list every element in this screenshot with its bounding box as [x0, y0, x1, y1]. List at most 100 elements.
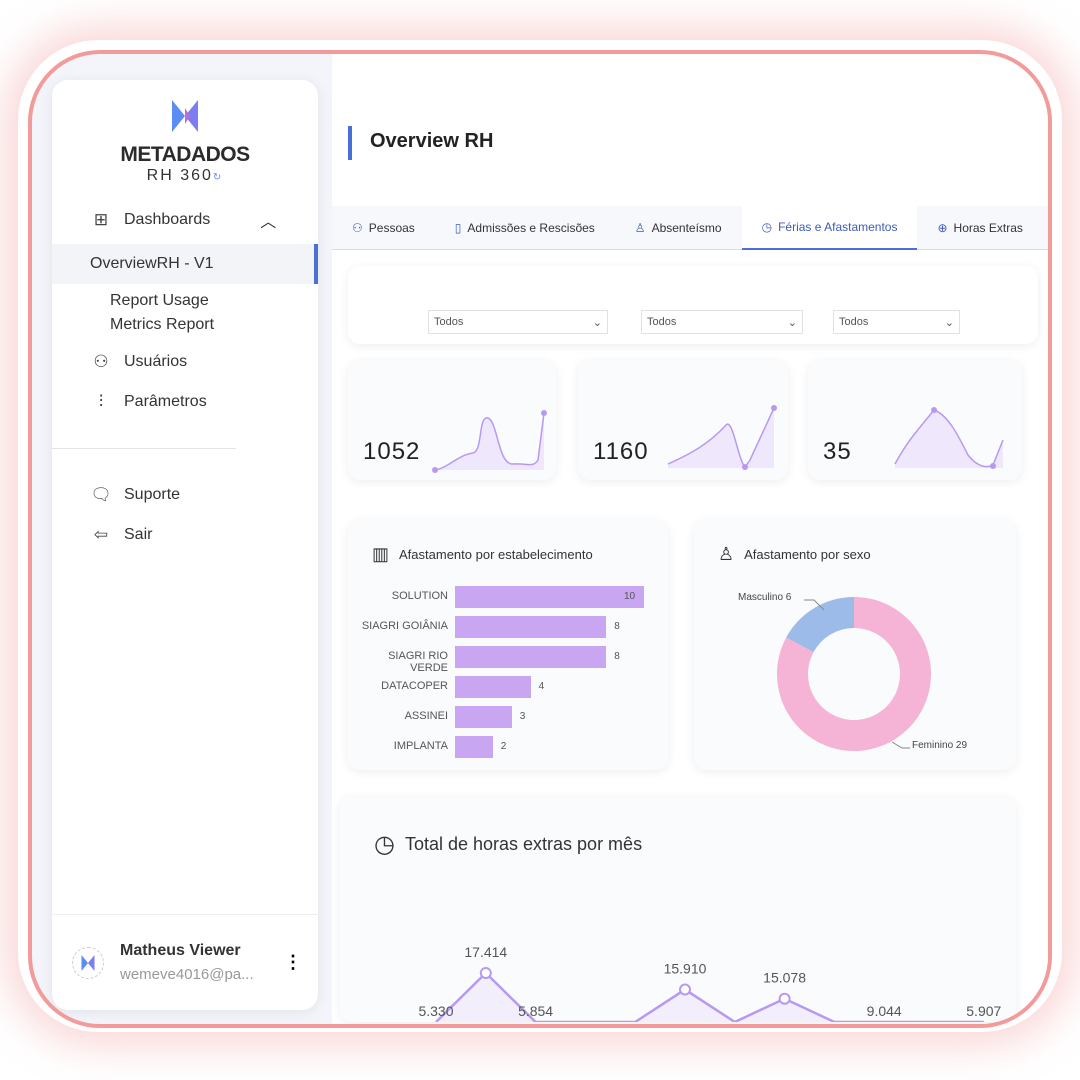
logo: METADADOS RH 360↻ — [52, 100, 318, 185]
person-minus-icon: ♙ — [634, 221, 646, 235]
tab-horas-extras[interactable]: ⊕ Horas Extras — [917, 206, 1042, 250]
data-point[interactable] — [778, 992, 791, 1005]
sidebar-item-suporte[interactable]: 🗨 Suporte — [52, 475, 318, 515]
title-accent — [348, 126, 352, 160]
kpi-value: 1160 — [593, 438, 649, 465]
line-chart-card: ◷ Total de horas extras por mês 5.330 17.4… — [340, 796, 1016, 1022]
sliders-icon: ⫶ — [98, 392, 104, 411]
bar-value: 3 — [519, 711, 526, 722]
nav-label: Dashboards — [124, 211, 211, 228]
avatar — [72, 946, 104, 979]
donut-label-masculino: Masculino 6 — [738, 592, 792, 603]
filter-select-3[interactable]: Todos ⌄ — [833, 310, 960, 334]
sidebar-item-dashboards[interactable]: ⊞ Dashboards ︿ — [52, 200, 318, 240]
refresh-icon: ↻ — [212, 172, 224, 183]
leader-line — [891, 741, 910, 749]
chart-title-text: Afastamento por estabelecimento — [399, 547, 593, 562]
bar-label: SOLUTION — [391, 590, 448, 602]
chevron-up-icon[interactable]: ︿ — [260, 208, 276, 232]
tab-label: Férias e Afastamentos — [778, 220, 898, 234]
filter-select-2[interactable]: Todos ⌄ — [641, 310, 803, 334]
tab-absenteismo[interactable]: ♙ Absenteísmo — [615, 206, 742, 250]
nav-label: Sair — [124, 526, 153, 543]
bar-label: IMPLANTA — [393, 740, 448, 752]
user-name: Matheus Viewer — [120, 942, 241, 959]
data-label: 17.414 — [464, 944, 507, 960]
bar[interactable] — [455, 736, 493, 758]
select-value: Todos — [434, 316, 464, 328]
select-value: Todos — [647, 316, 677, 328]
app-frame: Overview RH ⚇ Pessoas ▯ Admissões e Rescis… — [28, 50, 1052, 1028]
tab-label: Pessoas — [368, 221, 415, 235]
nav-label: Parâmetros — [124, 393, 207, 410]
product-name: RH 360 — [146, 167, 213, 184]
logout-icon: ⇦ — [93, 525, 109, 544]
donut-chart-card: ♙ Afastamento por sexo Masculino 6 Femini… — [694, 520, 1016, 770]
filter-select-1[interactable]: Todos ⌄ — [428, 310, 608, 334]
user-email: wemeve4016@pa... — [120, 966, 254, 983]
line-chart: 5.330 17.414 5.854 15.910 15.078 9.044 5.907 — [418, 944, 1002, 1022]
bar[interactable] — [455, 646, 607, 668]
sidebar-item-report-usage[interactable]: Report Usage Metrics Report — [52, 284, 242, 342]
sidebar-item-overviewrh[interactable]: OverviewRH - V1 — [52, 244, 318, 284]
chart-title: ▥ Afastamento por estabelecimento — [372, 544, 593, 565]
kpi-card-1: 1052 — [348, 360, 556, 480]
tab-admissoes[interactable]: ▯ Admissões e Rescisões — [435, 206, 615, 250]
data-point[interactable] — [479, 967, 492, 979]
data-point[interactable] — [679, 983, 691, 996]
data-label: 5.330 — [418, 1003, 453, 1019]
chat-icon: 🗨 — [90, 485, 112, 504]
bar-value: 4 — [538, 681, 545, 692]
bar[interactable] — [455, 706, 512, 728]
sidebar-item-parametros[interactable]: ⫶ Parâmetros — [52, 382, 318, 422]
sidebar-nav: ⊞ Dashboards ︿ OverviewRH - V1 Report Usag… — [52, 200, 318, 555]
tab-ferias[interactable]: ◷ Férias e Afastamentos — [741, 206, 918, 250]
select-value: Todos — [839, 316, 869, 328]
sidebar: METADADOS RH 360↻ ⊞ Dashboards ︿ OverviewR… — [52, 80, 318, 1010]
divider — [52, 448, 236, 449]
data-label: 15.910 — [664, 961, 707, 977]
bar-label: SIAGRI RIO VERDE — [388, 650, 448, 674]
donut-chart — [777, 597, 931, 751]
data-label: 15.078 — [763, 970, 806, 986]
plus-circle-icon: ⊕ — [937, 221, 948, 235]
people-icon: ⚇ — [352, 221, 363, 235]
sidebar-item-sair[interactable]: ⇦ Sair — [52, 515, 318, 555]
metadados-logo-icon — [172, 100, 198, 132]
nav-label: Report Usage Metrics Report — [110, 292, 215, 333]
bar[interactable] — [455, 616, 607, 638]
bar-value: 8 — [614, 621, 620, 632]
kpi-card-2: 1160 — [578, 360, 788, 480]
more-options-icon[interactable]: ⋮ — [284, 952, 302, 973]
bar-label: ASSINEI — [404, 710, 448, 722]
tab-bar: ⚇ Pessoas ▯ Admissões e Rescisões ♙ Absente… — [332, 206, 1048, 250]
sidebar-item-usuarios[interactable]: ⚇ Usuários — [52, 342, 318, 382]
data-label: 9.044 — [867, 1003, 902, 1019]
tab-label: Absenteísmo — [651, 221, 722, 235]
document-icon: ▯ — [454, 221, 462, 235]
users-icon: ⚇ — [93, 352, 109, 371]
bar-chart-card: ▥ Afastamento por estabelecimento SOLUTIO… — [348, 520, 668, 770]
page-title: Overview RH — [370, 130, 494, 152]
nav-label: Suporte — [124, 486, 181, 503]
user-profile: Matheus Viewer wemeve4016@pa... ⋮ — [52, 914, 318, 1010]
bar[interactable] — [455, 676, 531, 698]
nav-label: OverviewRH - V1 — [90, 255, 214, 272]
tab-label: Horas Extras — [953, 221, 1023, 235]
kpi-card-3: 35 — [808, 360, 1022, 480]
bar-label: DATACOPER — [381, 680, 448, 692]
bar[interactable] — [455, 586, 644, 608]
donut-label-feminino: Feminino 29 — [912, 740, 968, 751]
tab-label: Admissões e Rescisões — [467, 221, 595, 235]
grid-icon: ⊞ — [93, 210, 109, 229]
chevron-down-icon: ⌄ — [944, 316, 954, 329]
building-icon: ▥ — [372, 544, 390, 564]
bar-value: 10 — [624, 591, 636, 602]
clock-icon: ◷ — [761, 220, 773, 234]
bar-value: 8 — [614, 651, 620, 662]
chevron-down-icon: ⌄ — [787, 316, 797, 329]
main-content: Overview RH ⚇ Pessoas ▯ Admissões e Rescis… — [332, 54, 1048, 1024]
tab-pessoas[interactable]: ⚇ Pessoas — [332, 206, 435, 250]
data-label: 5.854 — [518, 1003, 553, 1019]
nav-label: Usuários — [124, 353, 188, 370]
